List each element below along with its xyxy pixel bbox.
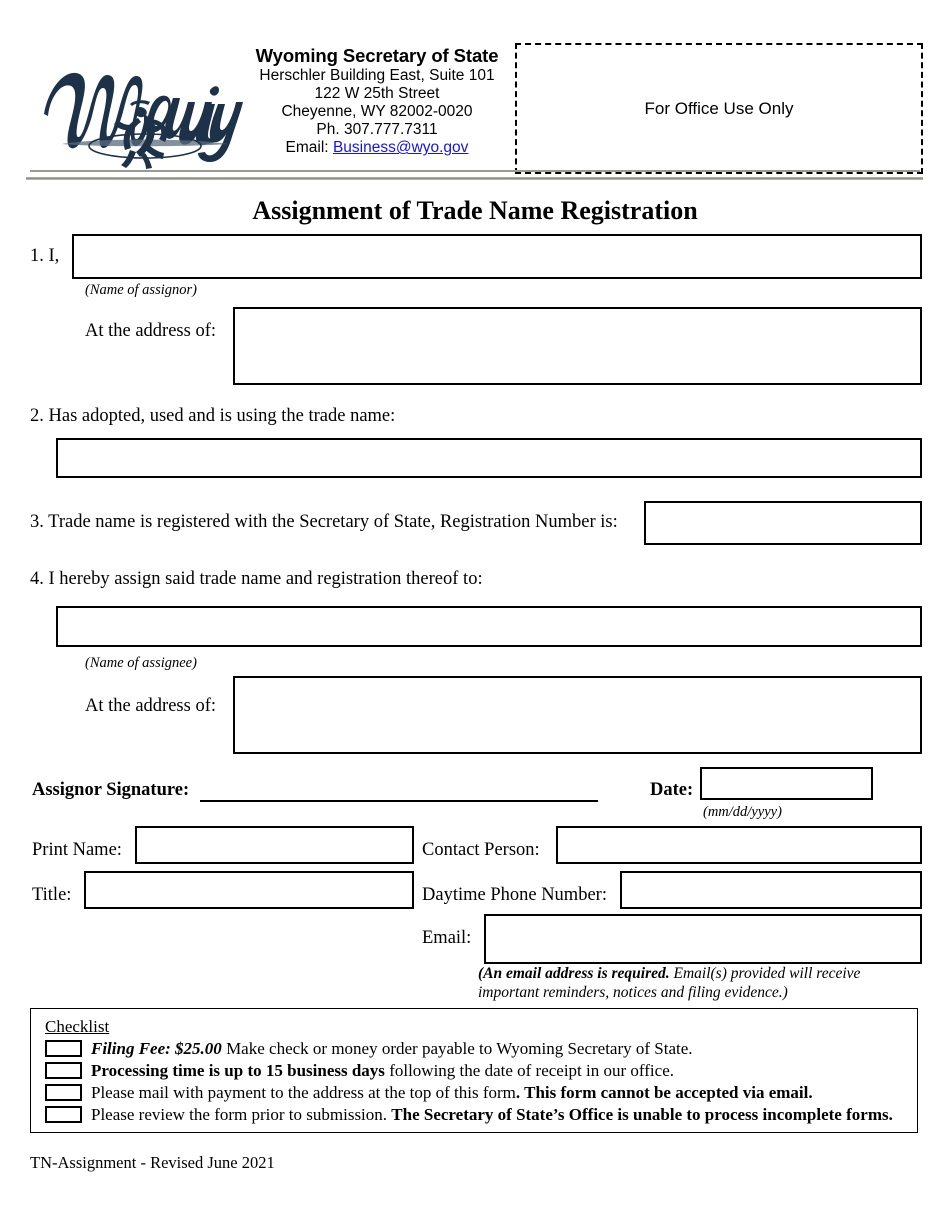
item-1-label: 1. I, (30, 246, 60, 266)
assignor-address-label: At the address of: (85, 321, 217, 341)
date-field[interactable] (700, 767, 873, 800)
checklist-row: Please review the form prior to submissi… (45, 1106, 893, 1123)
page-title: Assignment of Trade Name Registration (252, 196, 698, 225)
header-divider-top (30, 170, 920, 172)
agency-address-line-3: Cheyenne, WY 82002-0020 (281, 102, 473, 120)
for-office-use-only-box: For Office Use Only (515, 43, 923, 174)
header-divider-bottom (26, 177, 923, 180)
for-office-use-only-label: For Office Use Only (644, 98, 794, 118)
trade-name-field[interactable] (56, 438, 922, 478)
checklist-item-text: Please review the form prior to submissi… (91, 1106, 893, 1123)
assignor-name-field[interactable] (72, 234, 922, 279)
email-required-note: (An email address is required. Email(s) … (478, 965, 898, 1003)
checklist-body: following the date of receipt in our off… (384, 1061, 674, 1080)
assignee-name-caption: (Name of assignee) (85, 655, 197, 671)
checklist-box: Checklist Filing Fee: $25.00 Make check … (30, 1008, 918, 1133)
assignor-signature-line[interactable] (200, 800, 598, 802)
item-2-label: 2. Has adopted, used and is using the tr… (30, 406, 396, 426)
email-note-bold: (An email address is required. (478, 965, 670, 982)
assignee-address-label: At the address of: (85, 696, 217, 716)
assignor-address-field[interactable] (233, 307, 922, 385)
checklist-trailing-emphasis: The Secretary of State’s Office is unabl… (391, 1105, 893, 1124)
title-label: Title: (32, 885, 72, 905)
wyoming-logo (40, 52, 245, 170)
agency-email-link[interactable]: Business@wyo.gov (333, 139, 469, 156)
agency-name: Wyoming Secretary of State (255, 45, 499, 66)
checklist-trailing-emphasis: . This form cannot be accepted via email… (515, 1083, 813, 1102)
checklist-row: Processing time is up to 15 business day… (45, 1062, 674, 1079)
checklist-item-text: Processing time is up to 15 business day… (91, 1062, 674, 1079)
assignee-name-field[interactable] (56, 606, 922, 647)
item-3-label: 3. Trade name is registered with the Sec… (30, 512, 618, 532)
checklist-body: Please review the form prior to submissi… (91, 1105, 392, 1124)
checklist-body: Please mail with payment to the address … (91, 1083, 516, 1102)
date-label: Date: (650, 780, 694, 800)
agency-email-row: Email: Business@wyo.gov (248, 139, 506, 157)
checklist-body: Make check or money order payable to Wyo… (221, 1039, 693, 1058)
checkbox-processing-time[interactable] (45, 1062, 82, 1079)
checklist-row: Filing Fee: $25.00 Make check or money o… (45, 1040, 693, 1057)
assignor-name-caption: (Name of assignor) (85, 282, 197, 298)
checklist-item-text: Please mail with payment to the address … (91, 1084, 813, 1101)
checklist-title: Checklist (45, 1017, 110, 1036)
agency-address-line-2: 122 W 25th Street (314, 84, 440, 102)
agency-phone: Ph. 307.777.7311 (316, 121, 438, 139)
registration-number-field[interactable] (644, 501, 922, 545)
checklist-lead-emphasis: Processing time is up to 15 business day… (91, 1061, 385, 1080)
daytime-phone-label: Daytime Phone Number: (422, 885, 607, 905)
print-name-label: Print Name: (32, 840, 122, 860)
email-label: Email: (422, 928, 472, 948)
checkbox-filing-fee[interactable] (45, 1040, 82, 1057)
daytime-phone-field[interactable] (620, 871, 922, 909)
assignee-address-field[interactable] (233, 676, 922, 754)
checkbox-review-form[interactable] (45, 1106, 82, 1123)
checklist-item-text: Filing Fee: $25.00 Make check or money o… (91, 1040, 693, 1057)
email-label: Email: (285, 139, 329, 157)
form-page: Wyoming Secretary of State Herschler Bui… (0, 0, 950, 1230)
item-4-label: 4. I hereby assign said trade name and r… (30, 569, 483, 589)
checklist-lead-emphasis: Filing Fee: $25.00 (91, 1039, 222, 1058)
form-footer: TN-Assignment - Revised June 2021 (30, 1153, 275, 1172)
checkbox-mail-with-payment[interactable] (45, 1084, 82, 1101)
title-field[interactable] (84, 871, 414, 909)
checklist-row: Please mail with payment to the address … (45, 1084, 813, 1101)
form-header: Wyoming Secretary of State Herschler Bui… (0, 0, 950, 180)
contact-person-field[interactable] (556, 826, 922, 864)
print-name-field[interactable] (135, 826, 414, 864)
contact-person-label: Contact Person: (422, 840, 540, 860)
date-caption: (mm/dd/yyyy) (703, 804, 782, 820)
agency-address-line-1: Herschler Building East, Suite 101 (259, 66, 495, 84)
email-field[interactable] (484, 914, 922, 964)
assignor-signature-label: Assignor Signature: (32, 780, 190, 800)
agency-info: Wyoming Secretary of State Herschler Bui… (248, 45, 506, 157)
